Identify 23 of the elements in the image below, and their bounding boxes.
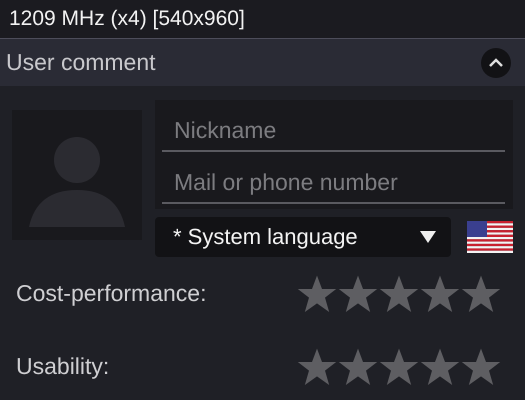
star-icon[interactable] <box>420 274 460 314</box>
star-icon[interactable] <box>461 274 501 314</box>
star-icon[interactable] <box>338 274 378 314</box>
flag-icon[interactable] <box>467 221 513 253</box>
star-icon[interactable] <box>338 346 378 386</box>
section-title: User comment <box>6 49 156 76</box>
caret-icon <box>419 230 437 244</box>
language-dropdown[interactable]: * System language <box>155 217 451 257</box>
chevron-icon <box>488 58 504 68</box>
star-icon[interactable] <box>379 346 419 386</box>
contact-field[interactable]: Mail or phone number <box>155 152 513 209</box>
star-icon[interactable] <box>461 346 501 386</box>
status-text: 1209 MHz (x4) [540x960] <box>9 7 245 31</box>
nickname-field[interactable]: Nickname <box>155 100 513 152</box>
star-icon[interactable] <box>379 274 419 314</box>
star-rating[interactable] <box>297 346 501 386</box>
star-icon[interactable] <box>420 346 460 386</box>
star-rating[interactable] <box>297 274 501 314</box>
rating-label: Cost-performance: <box>16 280 206 307</box>
star-icon[interactable] <box>297 274 337 314</box>
collapse-button[interactable] <box>481 48 511 78</box>
star-icon[interactable] <box>297 346 337 386</box>
rating-label: Usability: <box>16 353 110 380</box>
